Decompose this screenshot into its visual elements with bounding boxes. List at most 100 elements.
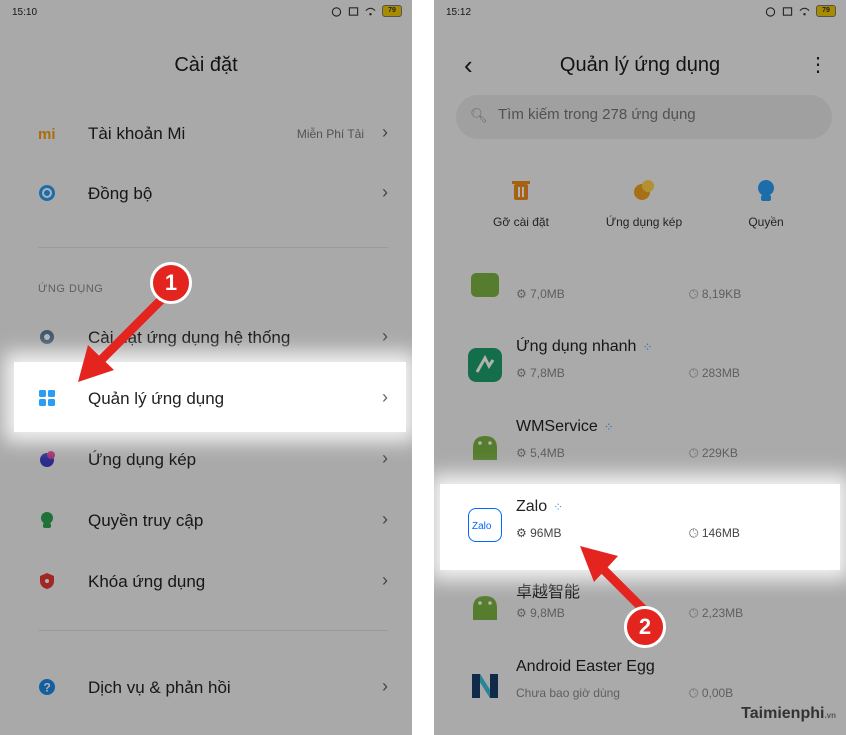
settings-item-manage-apps[interactable]: Quản lý ứng dụng › [0, 369, 412, 431]
action-bar: Gỡ cài đặt Ứng dụng kép Quyền [434, 178, 846, 238]
settings-item-system-apps[interactable]: Cài đặt ứng dụng hệ thống › [0, 308, 412, 370]
search-input[interactable] [496, 105, 820, 124]
settings-item-permissions[interactable]: Quyền truy cập › [0, 491, 412, 553]
wifi-icon [365, 7, 376, 15]
chevron-right-icon: › [382, 676, 388, 696]
app-cache: 🕓︎ 229KB [689, 446, 738, 460]
trash-icon [512, 181, 530, 200]
settings-item-label: Cài đặt ứng dụng hệ thống [88, 328, 291, 347]
uninstall-button[interactable]: Gỡ cài đặt [466, 178, 576, 229]
svg-text:Zalo: Zalo [472, 521, 492, 532]
quick-app-icon [468, 348, 502, 382]
action-label: Gỡ cài đặt [493, 215, 549, 229]
app-cache: 🕓︎ 0,00B [689, 686, 734, 700]
battery-icon: 79 [382, 5, 402, 17]
app-name: 卓越智能 [516, 584, 581, 601]
search-icon: 🔍︎ [470, 107, 488, 123]
section-divider [38, 247, 388, 248]
settings-item-app-lock[interactable]: Khóa ứng dụng › [0, 552, 412, 614]
status-bar: 15:10 79 [0, 0, 412, 24]
permissions-icon [758, 180, 774, 201]
app-size: ⚙ 96MB [516, 526, 562, 540]
section-header: ỨNG DỤNG [38, 283, 104, 295]
title-bar: ‹ Quản lý ứng dụng ⋮ [434, 44, 846, 84]
more-options-icon[interactable]: ⋮ [808, 52, 828, 77]
settings-item-label: Quyền truy cập [88, 511, 204, 530]
settings-item-label: Đồng bộ [88, 184, 153, 203]
watermark-logo: Taimienphi.vn [741, 705, 836, 722]
status-time: 15:10 [12, 7, 38, 18]
app-list-item[interactable]: WMService ⁘ ⚙ 5,4MB 🕓︎ 229KB [434, 410, 846, 490]
app-cache: 🕓︎ 146MB [689, 526, 740, 540]
settings-item-label: Quản lý ứng dụng [88, 389, 225, 408]
chevron-right-icon: › [382, 182, 388, 202]
settings-item-mi-account[interactable]: mi Tài khoản Mi Miễn Phí Tải › [0, 104, 412, 166]
battery-icon: 79 [816, 5, 836, 17]
settings-item-label: Tài khoản Mi [88, 124, 186, 143]
loading-icon: ⁘ [553, 500, 564, 514]
chevron-right-icon: › [382, 448, 388, 468]
status-time: 15:12 [446, 7, 472, 18]
dual-apps-icon [634, 180, 654, 200]
help-icon: ? [39, 679, 55, 695]
alarm-icon [331, 6, 342, 17]
app-cache: 🕓︎ 2,23MB [689, 606, 744, 620]
action-label: Quyền [748, 215, 784, 229]
permissions-icon [41, 512, 53, 528]
sim-icon [782, 6, 793, 16]
android-icon [471, 273, 499, 297]
app-size: ⚙ 5,4MB [516, 446, 565, 460]
step-badge-2: 2 [624, 606, 666, 648]
app-name: WMService ⁘ [516, 418, 614, 435]
chevron-right-icon: › [382, 387, 388, 407]
app-cache: 🕓︎ 283MB [689, 366, 740, 380]
settings-item-dual-apps[interactable]: Ứng dụng kép › [0, 430, 412, 492]
app-manager-screen: 15:12 79 ‹ Quản lý ứng dụng ⋮ 🔍︎ Gỡ cài … [434, 0, 846, 735]
settings-item-hint: Miễn Phí Tải [296, 127, 364, 141]
app-size: Chưa bao giờ dùng [516, 686, 620, 700]
app-list-item[interactable]: Ứng dụng nhanh ⁘ ⚙ 7,8MB 🕓︎ 283MB [434, 330, 846, 410]
dual-apps-icon [40, 451, 55, 467]
app-size: ⚙ 7,8MB [516, 366, 565, 380]
app-cache: 🕓︎ 8,19KB [689, 287, 742, 301]
gear-icon [40, 330, 54, 344]
settings-item-sync[interactable]: Đồng bộ › [0, 164, 412, 226]
mi-logo-icon: mi [38, 126, 56, 142]
android-icon [473, 596, 497, 620]
wifi-icon [799, 7, 810, 15]
app-name: Ứng dụng nhanh ⁘ [516, 338, 653, 355]
chevron-right-icon: › [382, 122, 388, 142]
title-bar: Cài đặt [0, 44, 412, 84]
shield-lock-icon [40, 573, 54, 589]
status-bar: 15:12 79 [434, 0, 846, 24]
status-icons: 79 [765, 5, 836, 17]
app-name: Android Easter Egg [516, 658, 655, 675]
app-list-item-zalo[interactable]: Zalo Zalo ⁘ ⚙ 96MB 🕓︎ 146MB [434, 490, 846, 570]
search-bar[interactable]: 🔍︎ [456, 95, 832, 139]
permissions-button[interactable]: Quyền [711, 178, 821, 229]
settings-item-feedback[interactable]: ? Dịch vụ & phản hồi › [0, 658, 412, 720]
apps-grid-icon [39, 390, 55, 406]
sync-icon [39, 185, 55, 201]
svg-text:?: ? [44, 681, 51, 695]
app-list-item[interactable]: ⚙ 7,0MB 🕓︎ 8,19KB [434, 255, 846, 335]
settings-screen: 15:10 79 Cài đặt mi Tài khoản Mi Miễn Ph… [0, 0, 412, 735]
status-icons: 79 [331, 5, 402, 17]
app-size: ⚙ 7,0MB [516, 287, 565, 301]
android-icon [473, 436, 497, 460]
app-name: Zalo ⁘ [516, 498, 564, 515]
sim-icon [348, 6, 359, 16]
step-badge-1: 1 [150, 262, 192, 304]
loading-icon: ⁘ [603, 420, 614, 434]
settings-item-label: Khóa ứng dụng [88, 572, 206, 591]
chevron-right-icon: › [382, 326, 388, 346]
section-divider [38, 630, 388, 631]
app-size: ⚙ 9,8MB [516, 606, 565, 620]
zalo-icon: Zalo [468, 508, 502, 542]
page-title: Quản lý ứng dụng [559, 54, 721, 76]
dual-apps-button[interactable]: Ứng dụng kép [589, 178, 699, 229]
chevron-right-icon: › [382, 509, 388, 529]
android-n-icon [472, 674, 498, 698]
action-label: Ứng dụng kép [605, 215, 683, 229]
settings-item-label: Dịch vụ & phản hồi [88, 678, 231, 697]
